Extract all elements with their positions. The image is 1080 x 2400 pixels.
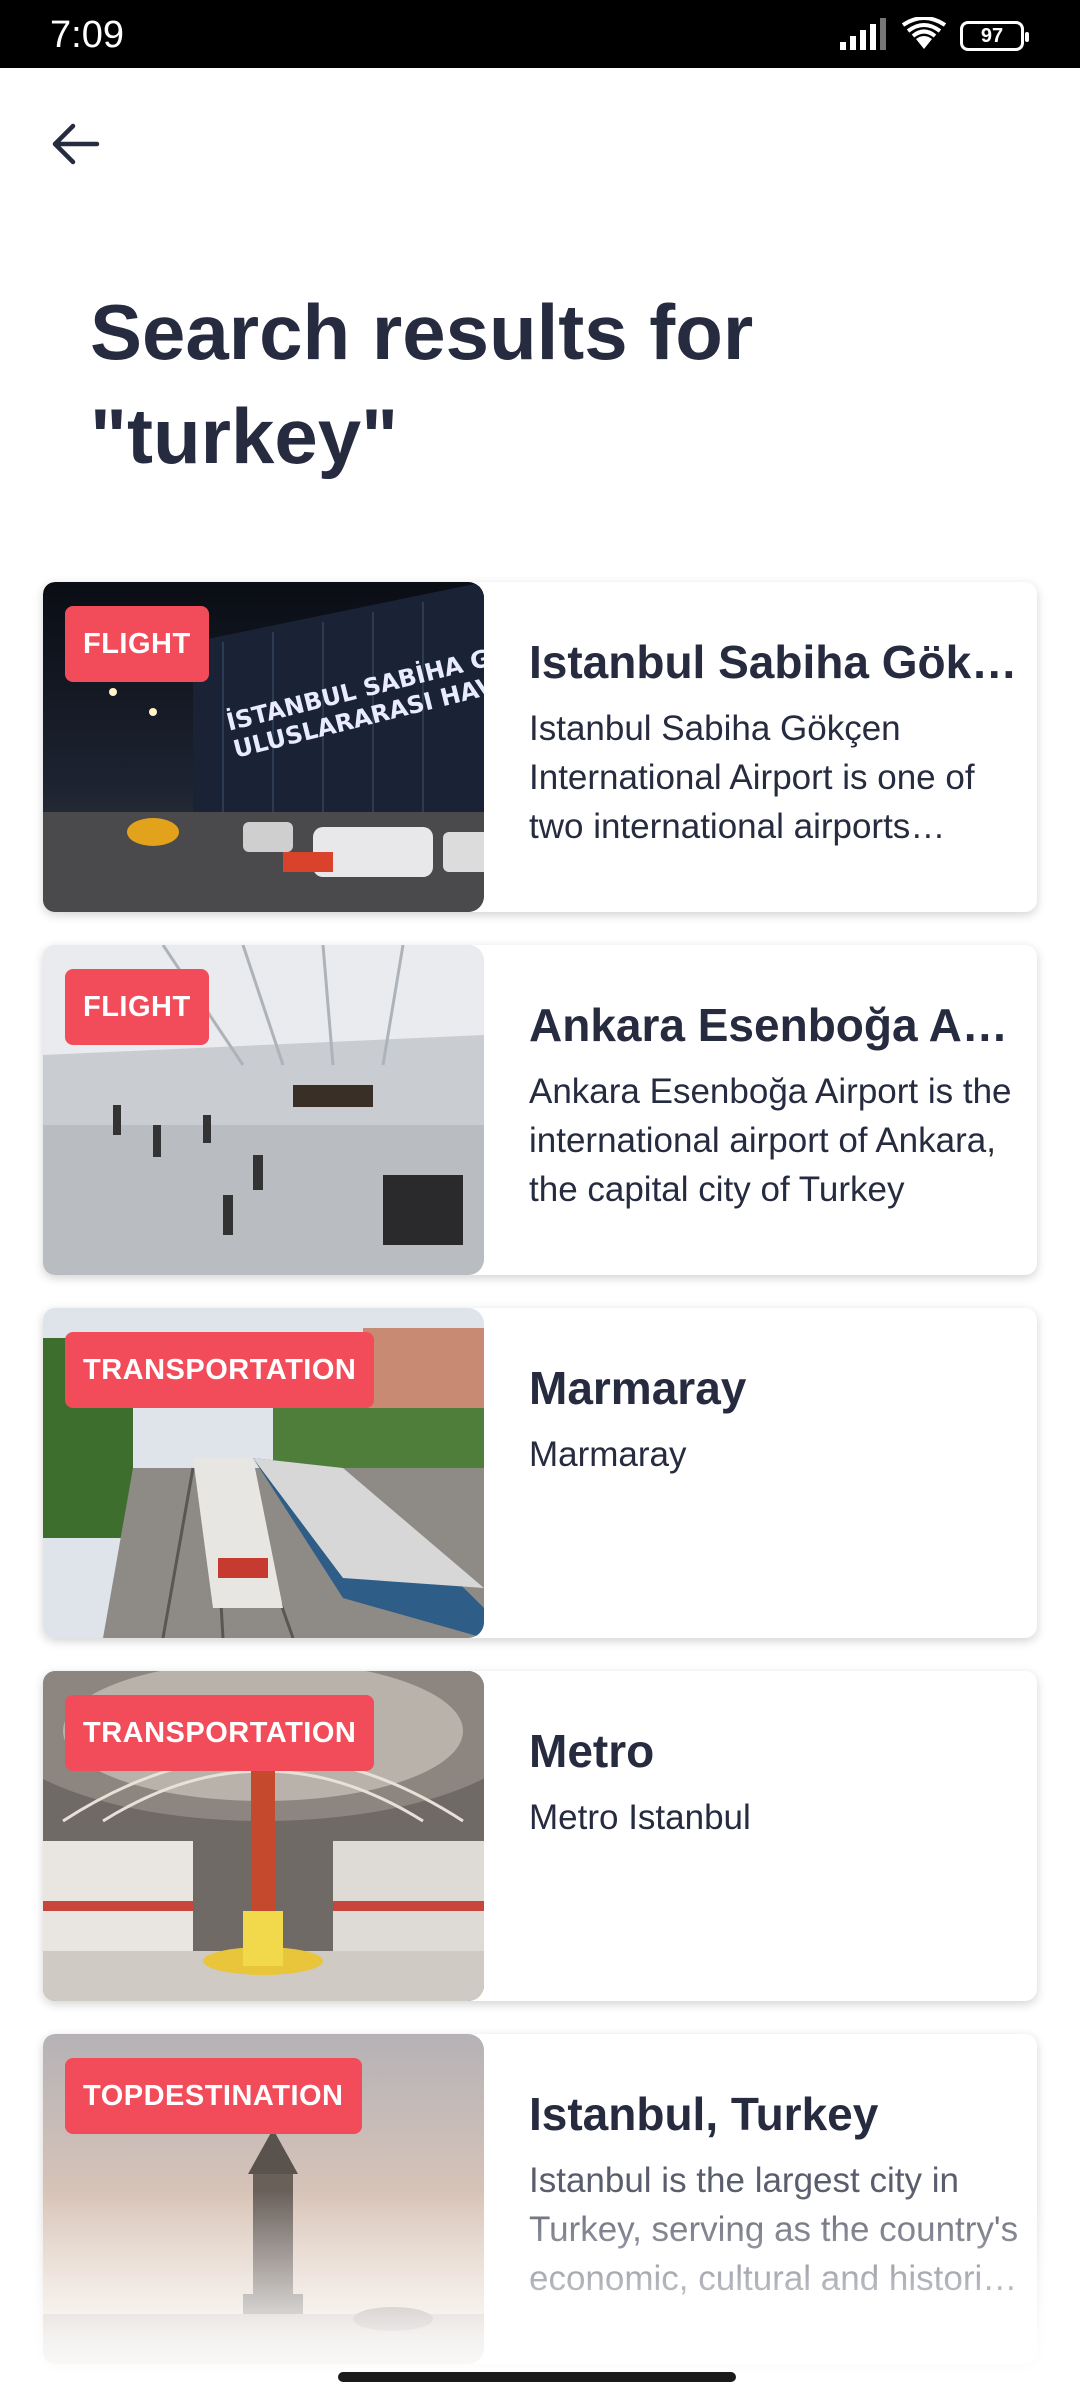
result-description: Ankara Esenboğa Airport is the internati… (529, 1072, 1012, 1209)
result-title: Istanbul Sabiha Gökçen International Air… (529, 636, 1019, 688)
signal-icon (838, 17, 888, 55)
result-card-esenboga[interactable]: FLIGHT Ankara Esenboğa Airport Ankara Es… (43, 945, 1037, 1275)
status-bar: 7:09 97 (0, 0, 1080, 68)
result-text: Metro Metro Istanbul (529, 1671, 1019, 1842)
result-text: Istanbul Sabiha Gökçen International Air… (529, 582, 1019, 851)
category-badge: TOPDESTINATION (65, 2058, 362, 2134)
result-description: Metro Istanbul (529, 1798, 751, 1837)
back-button[interactable] (46, 116, 106, 176)
result-card-sabiha-gokcen[interactable]: İSTANBUL SABİHA GÖKÇEN ULUSLARARASI HAVA… (43, 582, 1037, 912)
page-title: Search results for "turkey" (90, 288, 754, 480)
battery-level: 97 (980, 24, 1004, 47)
results-list: İSTANBUL SABİHA GÖKÇEN ULUSLARARASI HAVA… (43, 582, 1037, 2397)
wifi-icon (901, 15, 947, 56)
result-text: Marmaray Marmaray (529, 1308, 1019, 1479)
battery-icon: 97 (960, 21, 1029, 51)
scroll-fade (0, 2190, 1080, 2400)
result-title: Metro (529, 1725, 655, 1777)
category-badge: FLIGHT (65, 606, 209, 682)
result-card-metro[interactable]: TRANSPORTATION Metro Metro Istanbul (43, 1671, 1037, 2001)
category-badge: FLIGHT (65, 969, 209, 1045)
result-card-marmaray[interactable]: TRANSPORTATION Marmaray Marmaray (43, 1308, 1037, 1638)
status-icons: 97 (838, 15, 1029, 56)
status-time: 7:09 (50, 14, 124, 56)
result-title: Istanbul, Turkey (529, 2088, 879, 2140)
result-image: TRANSPORTATION (43, 1308, 484, 1638)
result-image: İSTANBUL SABİHA GÖKÇEN ULUSLARARASI HAVA… (43, 582, 484, 912)
category-badge: TRANSPORTATION (65, 1695, 375, 1771)
result-title: Marmaray (529, 1362, 747, 1414)
arrow-left-icon (51, 122, 101, 171)
result-description: Marmaray (529, 1435, 687, 1474)
result-text: Ankara Esenboğa Airport Ankara Esenboğa … (529, 945, 1019, 1214)
result-description: Istanbul Sabiha Gökçen International Air… (529, 709, 975, 846)
home-indicator[interactable] (338, 2372, 736, 2382)
category-badge: TRANSPORTATION (65, 1332, 375, 1408)
result-title: Ankara Esenboğa Airport (529, 999, 1019, 1051)
result-image: TRANSPORTATION (43, 1671, 484, 2001)
result-image: FLIGHT (43, 945, 484, 1275)
